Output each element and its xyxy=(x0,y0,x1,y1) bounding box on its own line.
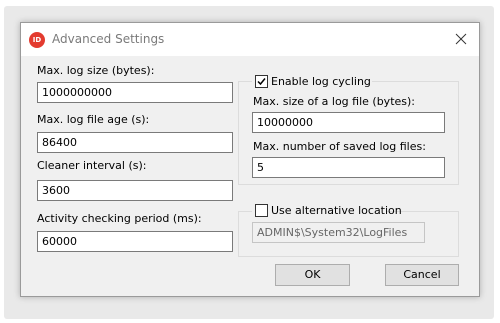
max-log-file-age-field[interactable] xyxy=(37,132,233,153)
window-title: Advanced Settings xyxy=(52,32,165,46)
advanced-settings-dialog: ID Advanced Settings Max. log size (byte… xyxy=(20,22,480,297)
cancel-button[interactable]: Cancel xyxy=(385,264,459,286)
enable-log-cycling-checkbox[interactable] xyxy=(255,75,268,88)
cleaner-interval-field[interactable] xyxy=(37,180,233,201)
close-icon[interactable] xyxy=(451,29,471,49)
use-alt-location-label: Use alternative location xyxy=(271,204,402,217)
alt-location-path-field xyxy=(252,222,425,243)
max-log-size-label: Max. log size (bytes): xyxy=(37,64,155,77)
activity-checking-period-label: Activity checking period (ms): xyxy=(37,212,202,225)
checkmark-icon xyxy=(257,78,266,86)
activity-checking-period-field[interactable] xyxy=(37,231,233,252)
max-saved-files-field[interactable] xyxy=(252,157,445,178)
cleaner-interval-label: Cleaner interval (s): xyxy=(37,159,147,172)
max-file-size-field[interactable] xyxy=(252,112,445,133)
title-bar: ID Advanced Settings xyxy=(21,23,479,56)
max-log-file-age-label: Max. log file age (s): xyxy=(37,113,150,126)
enable-log-cycling-label: Enable log cycling xyxy=(271,75,371,88)
ok-button[interactable]: OK xyxy=(275,264,350,286)
max-file-size-label: Max. size of a log file (bytes): xyxy=(253,95,416,108)
max-saved-files-label: Max. number of saved log files: xyxy=(253,140,426,153)
max-log-size-field[interactable] xyxy=(37,82,233,103)
app-logo-icon: ID xyxy=(29,32,45,48)
use-alt-location-checkbox[interactable] xyxy=(255,204,268,217)
